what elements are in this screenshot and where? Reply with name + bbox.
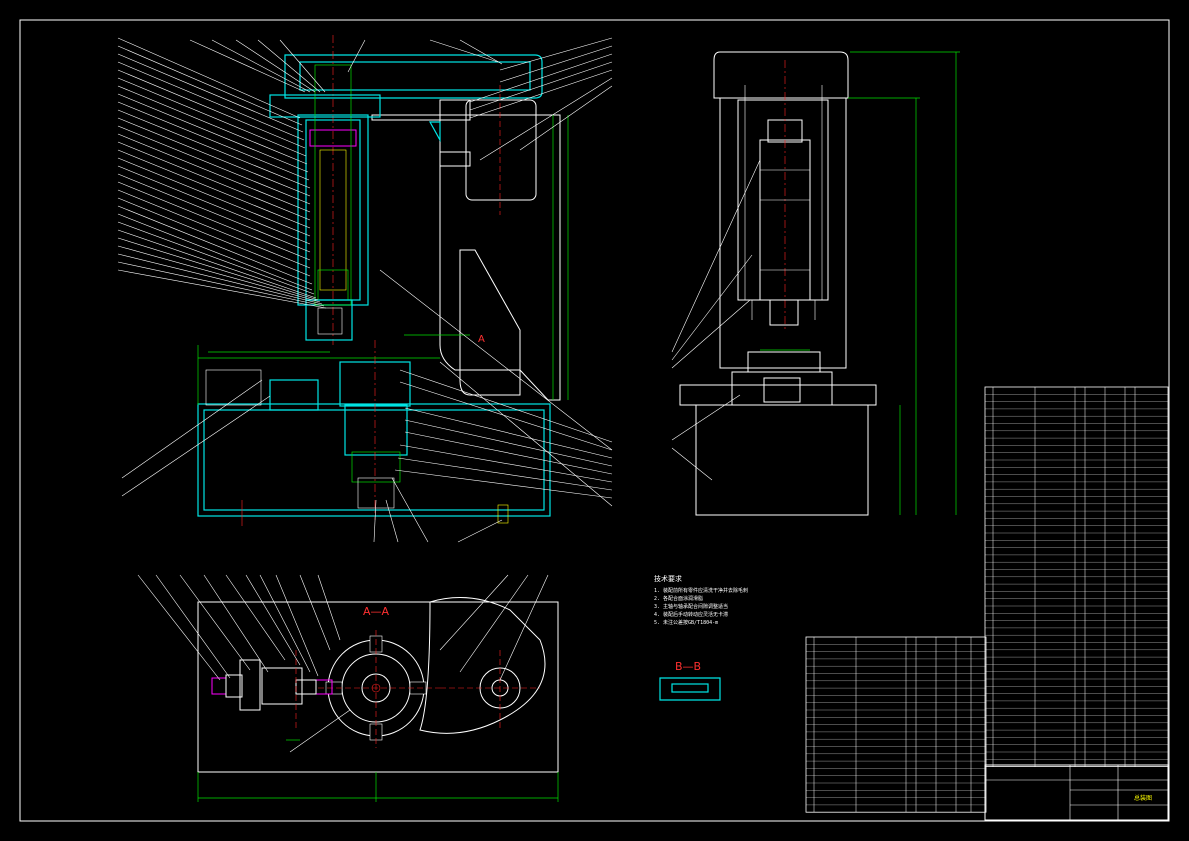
notes-line: 2. 各配合面涂润滑脂 (654, 595, 703, 602)
notes-heading: 技术要求 (654, 574, 682, 583)
section-bb-label: B—B (675, 660, 701, 673)
notes-line: 4. 装配后手动转动应灵活无卡滞 (654, 611, 728, 618)
technical-notes: 技术要求 1. 装配前所有零件应清洗干净并去除毛刺 2. 各配合面涂润滑脂 3.… (654, 574, 748, 626)
side-view (671, 51, 960, 516)
notes-line: 5. 未注公差按GB/T1804-m (654, 619, 718, 626)
section-marker-a: A (478, 334, 485, 345)
drawing-sheet: A—A B—B A 技术要求 1. 装配前所有零件应清洗干净并去除毛刺 2. 各… (19, 19, 1170, 822)
parts-list-lower (805, 636, 987, 813)
section-aa-view (137, 574, 559, 802)
section-aa-label: A—A (363, 605, 390, 618)
section-bb-view (659, 677, 721, 701)
notes-line: 1. 装配前所有零件应清洗干净并去除毛刺 (654, 587, 748, 594)
parts-list-upper (984, 386, 1169, 768)
notes-line: 3. 主轴与轴承配合间隙调整适当 (654, 603, 728, 610)
title-block: 总装图 (984, 764, 1169, 821)
drawing-title: 总装图 (1134, 794, 1152, 802)
front-view (117, 35, 613, 543)
